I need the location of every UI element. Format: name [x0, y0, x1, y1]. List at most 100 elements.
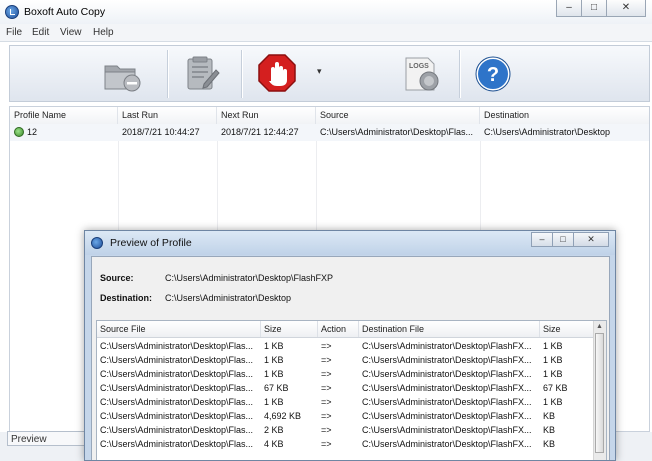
source-file-cell: C:\Users\Administrator\Desktop\Flas...: [100, 355, 254, 365]
table-row[interactable]: C:\Users\Administrator\Desktop\Flas... 2 …: [97, 423, 606, 437]
destination-file-cell: C:\Users\Administrator\Desktop\FlashFX..…: [362, 439, 532, 449]
minimize-button[interactable]: –: [556, 0, 582, 17]
column-next-run[interactable]: Next Run: [217, 107, 316, 124]
action-cell: =>: [321, 355, 332, 365]
destination-file-cell: C:\Users\Administrator\Desktop\FlashFX..…: [362, 341, 532, 351]
table-row[interactable]: C:\Users\Administrator\Desktop\Flas... 67…: [97, 381, 606, 395]
dialog-app-icon: [91, 237, 103, 249]
dialog-window-controls: – □ ✕: [531, 232, 609, 247]
stop-hand-icon[interactable]: [257, 53, 297, 93]
close-button[interactable]: ✕: [606, 0, 646, 17]
destination-file-cell: C:\Users\Administrator\Desktop\FlashFX..…: [362, 411, 532, 421]
column-destination-file[interactable]: Destination File: [359, 321, 540, 337]
table-row[interactable]: C:\Users\Administrator\Desktop\Flas... 4,…: [97, 409, 606, 423]
action-cell: =>: [321, 411, 332, 421]
preview-file-table: Source File Size Action Destination File…: [96, 320, 607, 460]
size-cell: 2 KB: [264, 425, 284, 435]
delete-folder-icon[interactable]: [102, 56, 142, 94]
toolbar: ▾ LOGS ?: [9, 45, 650, 102]
source-file-cell: C:\Users\Administrator\Desktop\Flas...: [100, 369, 254, 379]
dest-size-cell: 1 KB: [543, 341, 563, 351]
logs-icon[interactable]: LOGS: [400, 54, 444, 94]
app-logo-icon: [5, 5, 19, 19]
column-profile-name[interactable]: Profile Name: [10, 107, 118, 124]
table-row[interactable]: C:\Users\Administrator\Desktop\Flas... 1 …: [97, 367, 606, 381]
size-cell: 4,692 KB: [264, 411, 302, 421]
dest-size-cell: KB: [543, 425, 556, 435]
action-cell: =>: [321, 439, 332, 449]
destination-file-cell: C:\Users\Administrator\Desktop\FlashFX..…: [362, 383, 532, 393]
dialog-body: Source: C:\Users\Administrator\Desktop\F…: [91, 256, 610, 460]
dialog-title-bar[interactable]: Preview of Profile – □ ✕: [85, 231, 615, 255]
menu-edit[interactable]: Edit: [32, 27, 49, 38]
size-cell: 1 KB: [264, 341, 284, 351]
destination-file-cell: C:\Users\Administrator\Desktop\FlashFX..…: [362, 355, 532, 365]
action-cell: =>: [321, 369, 332, 379]
column-size[interactable]: Size: [261, 321, 318, 337]
dialog-maximize-button[interactable]: □: [552, 232, 574, 247]
last-run-cell: 2018/7/21 10:44:27: [122, 127, 200, 137]
maximize-button[interactable]: □: [581, 0, 607, 17]
destination-cell: C:\Users\Administrator\Desktop: [484, 127, 611, 137]
table-row[interactable]: C:\Users\Administrator\Desktop\Flas... 4 …: [97, 437, 606, 451]
dialog-title: Preview of Profile: [110, 237, 192, 249]
destination-file-cell: C:\Users\Administrator\Desktop\FlashFX..…: [362, 425, 532, 435]
source-file-cell: C:\Users\Administrator\Desktop\Flas...: [100, 341, 254, 351]
dest-size-cell: 67 KB: [543, 383, 568, 393]
source-value: C:\Users\Administrator\Desktop\FlashFXP: [165, 273, 334, 283]
window-controls: – □ ✕: [556, 0, 646, 17]
destination-value: C:\Users\Administrator\Desktop: [165, 293, 292, 303]
dialog-close-button[interactable]: ✕: [573, 232, 609, 247]
preview-dialog: Preview of Profile – □ ✕ Source: C:\User…: [84, 230, 616, 461]
dest-size-cell: 1 KB: [543, 369, 563, 379]
dialog-minimize-button[interactable]: –: [531, 232, 553, 247]
menu-file[interactable]: File: [6, 27, 22, 38]
main-window: Boxoft Auto Copy – □ ✕ File Edit View He…: [0, 0, 652, 461]
source-file-cell: C:\Users\Administrator\Desktop\Flas...: [100, 411, 254, 421]
column-source[interactable]: Source: [316, 107, 480, 124]
size-cell: 1 KB: [264, 369, 284, 379]
menu-bar: File Edit View Help: [0, 24, 652, 42]
action-cell: =>: [321, 383, 332, 393]
dest-size-cell: KB: [543, 411, 556, 421]
svg-text:?: ?: [487, 64, 499, 86]
source-label: Source:: [100, 273, 134, 283]
source-cell: C:\Users\Administrator\Desktop\Flas...: [320, 127, 474, 137]
preview-panel-tab[interactable]: Preview: [7, 431, 87, 446]
table-row[interactable]: C:\Users\Administrator\Desktop\Flas... 1 …: [97, 353, 606, 367]
dest-size-cell: KB: [543, 439, 556, 449]
window-title: Boxoft Auto Copy: [24, 6, 106, 18]
preview-scrollbar[interactable]: ▲: [593, 321, 606, 460]
column-action[interactable]: Action: [318, 321, 359, 337]
logs-text: LOGS: [409, 63, 429, 70]
size-cell: 1 KB: [264, 397, 284, 407]
dest-size-cell: 1 KB: [543, 397, 563, 407]
stop-dropdown-arrow-icon[interactable]: ▾: [317, 66, 322, 77]
profile-name-cell: 12: [27, 127, 38, 137]
destination-file-cell: C:\Users\Administrator\Desktop\FlashFX..…: [362, 369, 532, 379]
menu-help[interactable]: Help: [93, 27, 114, 38]
preview-table-header: Source File Size Action Destination File…: [97, 321, 606, 338]
profile-status-icon: [14, 127, 24, 137]
action-cell: =>: [321, 397, 332, 407]
edit-profile-icon[interactable]: [182, 54, 222, 94]
destination-label: Destination:: [100, 293, 153, 303]
help-icon[interactable]: ?: [475, 56, 511, 92]
dest-size-cell: 1 KB: [543, 355, 563, 365]
column-last-run[interactable]: Last Run: [118, 107, 217, 124]
column-source-file[interactable]: Source File: [97, 321, 261, 337]
profiles-table-header: Profile Name Last Run Next Run Source De…: [10, 107, 649, 125]
table-row[interactable]: C:\Users\Administrator\Desktop\Flas... 1 …: [97, 395, 606, 409]
scroll-up-icon[interactable]: ▲: [594, 321, 605, 332]
column-dest-size[interactable]: Size: [540, 321, 596, 337]
source-file-cell: C:\Users\Administrator\Desktop\Flas...: [100, 425, 254, 435]
table-row[interactable]: 12 2018/7/21 10:44:27 2018/7/21 12:44:27…: [10, 124, 649, 141]
action-cell: =>: [321, 425, 332, 435]
scroll-thumb[interactable]: [595, 333, 604, 453]
menu-view[interactable]: View: [60, 27, 82, 38]
action-cell: =>: [321, 341, 332, 351]
title-bar[interactable]: Boxoft Auto Copy – □ ✕: [0, 0, 652, 24]
table-row[interactable]: C:\Users\Administrator\Desktop\Flas... 1 …: [97, 339, 606, 353]
size-cell: 67 KB: [264, 383, 289, 393]
column-destination[interactable]: Destination: [480, 107, 649, 124]
